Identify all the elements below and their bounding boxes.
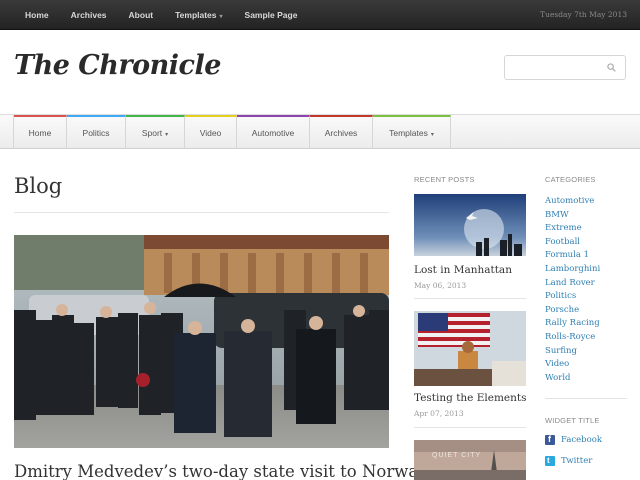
- site-logo[interactable]: The Chronicle: [14, 50, 221, 81]
- facebook-link[interactable]: f Facebook: [545, 434, 603, 445]
- category-surfing[interactable]: Surfing: [545, 345, 600, 359]
- search-icon[interactable]: [607, 63, 616, 72]
- divider: [414, 298, 526, 299]
- main-nav-sport[interactable]: Sport ▾: [126, 115, 185, 149]
- category-extreme[interactable]: Extreme: [545, 222, 600, 236]
- search-box: [504, 55, 626, 80]
- chevron-down-icon: ▾: [430, 132, 434, 138]
- divider: [545, 398, 627, 399]
- category-formula-1[interactable]: Formula 1: [545, 249, 600, 263]
- top-nav: Home Archives About Templates ▾ Sample Pa…: [14, 0, 308, 30]
- chevron-down-icon: ▾: [219, 14, 223, 20]
- top-bar: Home Archives About Templates ▾ Sample Pa…: [0, 0, 640, 30]
- top-nav-label: Archives: [70, 10, 107, 20]
- main-nav-label: Templates: [389, 128, 428, 138]
- recent-post-image-text: QUIET CITY: [432, 452, 482, 459]
- category-world[interactable]: World: [545, 372, 600, 386]
- facebook-label: Facebook: [561, 435, 603, 445]
- top-nav-label: Home: [25, 10, 49, 20]
- top-nav-label: Templates: [175, 10, 217, 20]
- search-input[interactable]: [511, 60, 603, 76]
- recent-post-date: Apr 07, 2013: [414, 409, 464, 418]
- main-nav-video[interactable]: Video: [185, 115, 237, 149]
- main-nav-politics[interactable]: Politics: [67, 115, 126, 149]
- recent-posts-heading: Recent Posts: [414, 175, 475, 184]
- twitter-link[interactable]: t Twitter: [545, 456, 592, 466]
- category-football[interactable]: Football: [545, 236, 600, 250]
- main-nav-label: Archives: [324, 128, 358, 138]
- main-nav-home[interactable]: Home: [14, 115, 67, 149]
- main-nav-label: Video: [199, 128, 222, 138]
- main-nav-label: Sport: [141, 128, 163, 138]
- top-nav-archives[interactable]: Archives: [60, 0, 118, 30]
- category-rolls-royce[interactable]: Rolls-Royce: [545, 331, 600, 345]
- main-nav-label: Politics: [82, 128, 110, 138]
- divider: [414, 427, 526, 428]
- recent-post-title[interactable]: Lost in Manhattan: [414, 264, 512, 276]
- recent-post-thumbnail[interactable]: QUIET CITY: [414, 440, 526, 480]
- top-nav-templates[interactable]: Templates ▾: [164, 0, 233, 30]
- top-nav-sample-page[interactable]: Sample Page: [234, 0, 309, 30]
- twitter-label: Twitter: [561, 456, 593, 466]
- main-nav-label: Automotive: [251, 128, 295, 138]
- main-nav-label: Home: [28, 128, 52, 138]
- recent-post-date: May 06, 2013: [414, 281, 467, 290]
- top-nav-label: Sample Page: [244, 10, 298, 20]
- main-nav-templates[interactable]: Templates ▾: [373, 115, 451, 149]
- page-title: Blog: [14, 174, 63, 198]
- category-rally-racing[interactable]: Rally Racing: [545, 317, 600, 331]
- widget-heading: Widget Title: [545, 416, 600, 425]
- facebook-icon: f: [545, 434, 555, 445]
- category-land-rover[interactable]: Land Rover: [545, 277, 600, 291]
- flag-photo: [414, 311, 526, 386]
- divider: [14, 212, 389, 213]
- top-nav-about[interactable]: About: [118, 0, 165, 30]
- category-porsche[interactable]: Porsche: [545, 304, 600, 318]
- categories-list: Automotive BMW Extreme Football Formula …: [545, 195, 600, 385]
- main-nav-automotive[interactable]: Automotive: [237, 115, 310, 149]
- categories-heading: Categories: [545, 175, 596, 184]
- category-lamborghini[interactable]: Lamborghini: [545, 263, 600, 277]
- category-video[interactable]: Video: [545, 358, 600, 372]
- main-nav-archives[interactable]: Archives: [310, 115, 373, 149]
- top-nav-home[interactable]: Home: [14, 0, 60, 30]
- recent-post-thumbnail[interactable]: [414, 194, 526, 256]
- current-date: Tuesday 7th May 2013: [540, 10, 627, 19]
- paris-photo: [414, 440, 526, 480]
- twitter-icon: t: [545, 456, 555, 466]
- category-politics[interactable]: Politics: [545, 290, 600, 304]
- chevron-down-icon: ▾: [165, 132, 169, 138]
- post-title[interactable]: Dmitry Medvedev’s two-day state visit to…: [14, 462, 428, 480]
- manhattan-photo: [414, 194, 526, 256]
- recent-post-title[interactable]: Testing the Elements: [414, 392, 527, 404]
- category-automotive[interactable]: Automotive: [545, 195, 600, 209]
- featured-photo-illustration: [14, 235, 389, 448]
- recent-post-thumbnail[interactable]: [414, 311, 526, 386]
- featured-image[interactable]: [14, 235, 389, 448]
- main-nav: Home Politics Sport ▾ Video Automotive Ar…: [0, 114, 640, 149]
- top-nav-label: About: [128, 10, 154, 20]
- category-bmw[interactable]: BMW: [545, 209, 600, 223]
